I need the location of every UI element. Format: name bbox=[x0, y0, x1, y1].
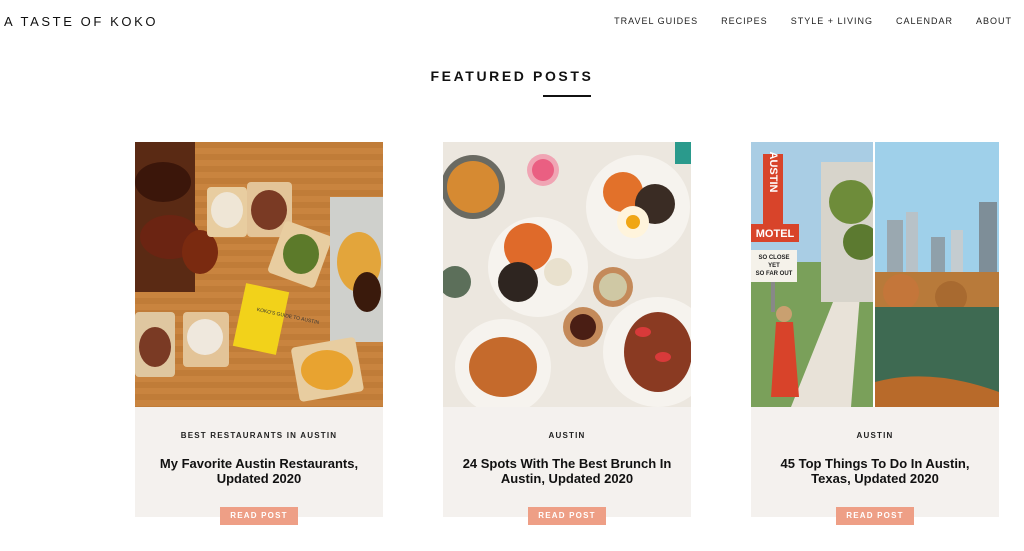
motel-sign-motel: MOTEL bbox=[756, 228, 795, 240]
motel-sign-austin: AUSTIN bbox=[767, 152, 779, 193]
read-post-button[interactable]: READ POST bbox=[836, 507, 914, 525]
nav-about[interactable]: ABOUT bbox=[976, 16, 1012, 26]
motel-sign-line-1: SO CLOSE bbox=[758, 255, 789, 261]
post-category[interactable]: BEST RESTAURANTS IN AUSTIN bbox=[135, 431, 383, 440]
post-card[interactable]: AUSTIN 24 Spots With The Best Brunch In … bbox=[443, 142, 691, 525]
post-category[interactable]: AUSTIN bbox=[443, 431, 691, 440]
site-header: A TASTE OF KOKO TRAVEL GUIDES RECIPES ST… bbox=[0, 0, 1024, 44]
title-underline bbox=[543, 95, 591, 97]
site-logo[interactable]: A TASTE OF KOKO bbox=[4, 14, 158, 29]
read-post-button[interactable]: READ POST bbox=[220, 507, 298, 525]
post-card[interactable]: AUSTIN MOTEL SO CLOSE YET SO FAR OUT AUS… bbox=[751, 142, 999, 525]
post-image[interactable]: AUSTIN MOTEL SO CLOSE YET SO FAR OUT bbox=[751, 142, 999, 407]
motel-sign-line-3: SO FAR OUT bbox=[756, 271, 793, 277]
nav-style-living[interactable]: STYLE + LIVING bbox=[791, 16, 873, 26]
post-title[interactable]: 45 Top Things To Do In Austin, Texas, Up… bbox=[765, 456, 985, 486]
post-title[interactable]: 24 Spots With The Best Brunch In Austin,… bbox=[457, 456, 677, 486]
post-card[interactable]: KOKO'S GUIDE TO AUSTIN BEST RESTAURANTS … bbox=[135, 142, 383, 525]
motel-sign-line-2: YET bbox=[768, 263, 780, 269]
post-image[interactable] bbox=[443, 142, 691, 407]
nav-calendar[interactable]: CALENDAR bbox=[896, 16, 953, 26]
main-nav: TRAVEL GUIDES RECIPES STYLE + LIVING CAL… bbox=[591, 16, 1012, 26]
read-post-button[interactable]: READ POST bbox=[528, 507, 606, 525]
nav-travel-guides[interactable]: TRAVEL GUIDES bbox=[614, 16, 698, 26]
nav-recipes[interactable]: RECIPES bbox=[721, 16, 768, 26]
section-title: FEATURED POSTS bbox=[430, 68, 594, 84]
post-category[interactable]: AUSTIN bbox=[751, 431, 999, 440]
post-image[interactable]: KOKO'S GUIDE TO AUSTIN bbox=[135, 142, 383, 407]
post-title[interactable]: My Favorite Austin Restaurants, Updated … bbox=[149, 456, 369, 486]
